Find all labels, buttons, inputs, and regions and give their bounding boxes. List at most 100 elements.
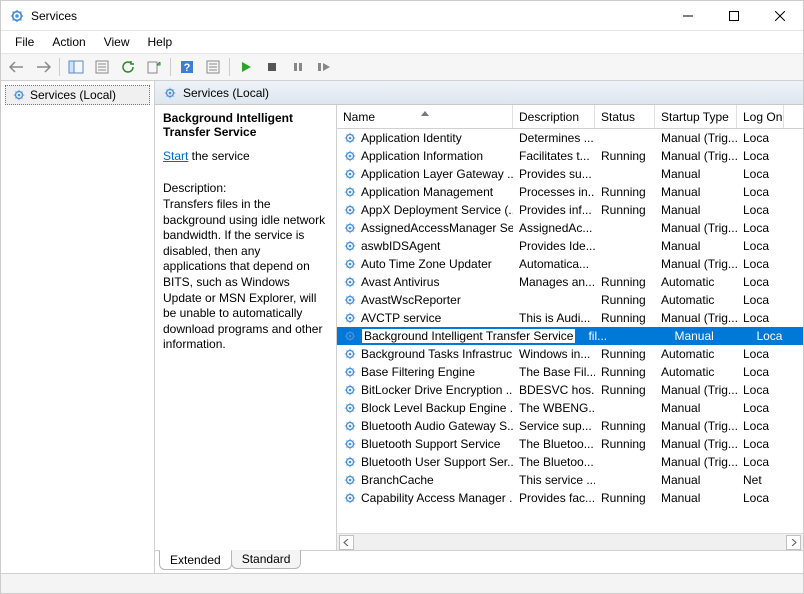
service-row[interactable]: Application ManagementProcesses in...Run… [337,183,803,201]
export-list-button[interactable] [142,55,166,79]
maximize-button[interactable] [711,1,757,31]
service-name: Block Level Backup Engine ... [361,401,513,415]
scroll-right-icon[interactable] [786,535,801,550]
service-row[interactable]: BranchCacheThis service ...ManualNet [337,471,803,489]
service-row[interactable]: Bluetooth Audio Gateway S...Service sup.… [337,417,803,435]
service-row[interactable]: Application Layer Gateway ...Provides su… [337,165,803,183]
service-logon: Loca [737,185,773,199]
service-description: The Base Fil... [513,365,595,379]
gear-icon [343,329,357,343]
stop-service-button[interactable] [260,55,284,79]
restart-service-button[interactable] [312,55,336,79]
service-row[interactable]: Base Filtering EngineThe Base Fil...Runn… [337,363,803,381]
menu-help[interactable]: Help [140,33,181,51]
column-name[interactable]: Name [337,105,513,128]
service-row[interactable]: Capability Access Manager ...Provides fa… [337,489,803,507]
menu-action[interactable]: Action [44,33,93,51]
tree-root-label: Services (Local) [30,88,116,102]
service-row[interactable]: AppX Deployment Service (...Provides inf… [337,201,803,219]
service-row[interactable]: Application InformationFacilitates t...R… [337,147,803,165]
properties-button[interactable] [90,55,114,79]
back-button[interactable] [5,55,29,79]
service-status: Running [595,185,655,199]
service-startup: Manual [655,239,737,253]
horizontal-scrollbar[interactable] [337,533,803,550]
service-startup: Manual (Trig... [655,383,737,397]
close-button[interactable] [757,1,803,31]
service-startup: Manual [655,491,737,505]
service-status: Running [595,347,655,361]
service-row[interactable]: Background Tasks Infrastruc...Windows in… [337,345,803,363]
service-description: Provides inf... [513,203,595,217]
forward-button[interactable] [31,55,55,79]
service-logon: Loca [737,455,773,469]
service-name: Bluetooth User Support Ser... [361,455,513,469]
service-startup: Manual (Trig... [655,131,737,145]
service-row[interactable]: Avast AntivirusManages an...RunningAutom… [337,273,803,291]
pause-service-button[interactable] [286,55,310,79]
service-description: Automatica... [513,257,595,271]
service-row[interactable]: Bluetooth User Support Ser...The Bluetoo… [337,453,803,471]
service-row[interactable]: AssignedAccessManager Se...AssignedAc...… [337,219,803,237]
service-row[interactable]: Background Intelligent Transfer Servicef… [337,327,803,345]
gear-icon [343,275,357,289]
service-row[interactable]: Block Level Backup Engine ...The WBENG..… [337,399,803,417]
service-name: Bluetooth Support Service [361,437,500,451]
column-logon-as[interactable]: Log On As [737,105,784,128]
selected-service-name: Background Intelligent Transfer Service [163,111,326,139]
show-hide-tree-button[interactable] [64,55,88,79]
service-name: Capability Access Manager ... [361,491,513,505]
tab-extended[interactable]: Extended [159,550,232,570]
list-rows[interactable]: Application IdentityDetermines ...Manual… [337,129,803,533]
service-logon: Loca [737,221,773,235]
tab-standard[interactable]: Standard [231,550,302,569]
gear-icon [343,455,357,469]
service-startup: Manual [655,203,737,217]
service-description: Determines ... [513,131,595,145]
service-startup: Manual (Trig... [655,149,737,163]
description-header: Description: [163,181,326,195]
tree-root-services-local[interactable]: Services (Local) [5,85,150,105]
minimize-button[interactable] [665,1,711,31]
service-startup: Automatic [655,275,737,289]
column-status[interactable]: Status [595,105,655,128]
gear-icon [343,473,357,487]
service-row[interactable]: aswbIDSAgentProvides Ide...ManualLoca [337,237,803,255]
service-row[interactable]: Bluetooth Support ServiceThe Bluetoo...R… [337,435,803,453]
service-row[interactable]: Application IdentityDetermines ...Manual… [337,129,803,147]
service-status: Running [595,203,655,217]
service-startup: Manual [655,401,737,415]
start-service-button[interactable] [234,55,258,79]
toolbar: ? [1,53,803,81]
column-description[interactable]: Description [513,105,595,128]
gear-icon [343,383,357,397]
service-row[interactable]: AVCTP serviceThis is Audi...RunningManua… [337,309,803,327]
menu-file[interactable]: File [7,33,42,51]
service-name: BranchCache [361,473,434,487]
start-service-link[interactable]: Start [163,149,188,163]
content-header-label: Services (Local) [183,86,269,100]
service-name: BitLocker Drive Encryption ... [361,383,513,397]
service-name: AvastWscReporter [361,293,461,307]
gear-icon [343,491,357,505]
service-row[interactable]: AvastWscReporterRunningAutomaticLoca [337,291,803,309]
service-row[interactable]: Auto Time Zone UpdaterAutomatica...Manua… [337,255,803,273]
gear-icon [343,131,357,145]
service-startup: Manual (Trig... [655,221,737,235]
help-button[interactable]: ? [175,55,199,79]
service-logon: Loca [737,383,773,397]
refresh-button[interactable] [116,55,140,79]
service-description: Provides su... [513,167,595,181]
service-name: Bluetooth Audio Gateway S... [361,419,513,433]
service-startup: Manual [655,185,737,199]
service-row[interactable]: BitLocker Drive Encryption ...BDESVC hos… [337,381,803,399]
column-startup-type[interactable]: Startup Type [655,105,737,128]
service-logon: Loca [737,239,773,253]
gear-icon [343,293,357,307]
scroll-left-icon[interactable] [339,535,354,550]
service-startup: Manual [668,329,750,343]
menu-view[interactable]: View [96,33,138,51]
content-pane: Services (Local) Background Intelligent … [155,81,803,573]
properties-button-2[interactable] [201,55,225,79]
service-logon: Loca [737,149,773,163]
